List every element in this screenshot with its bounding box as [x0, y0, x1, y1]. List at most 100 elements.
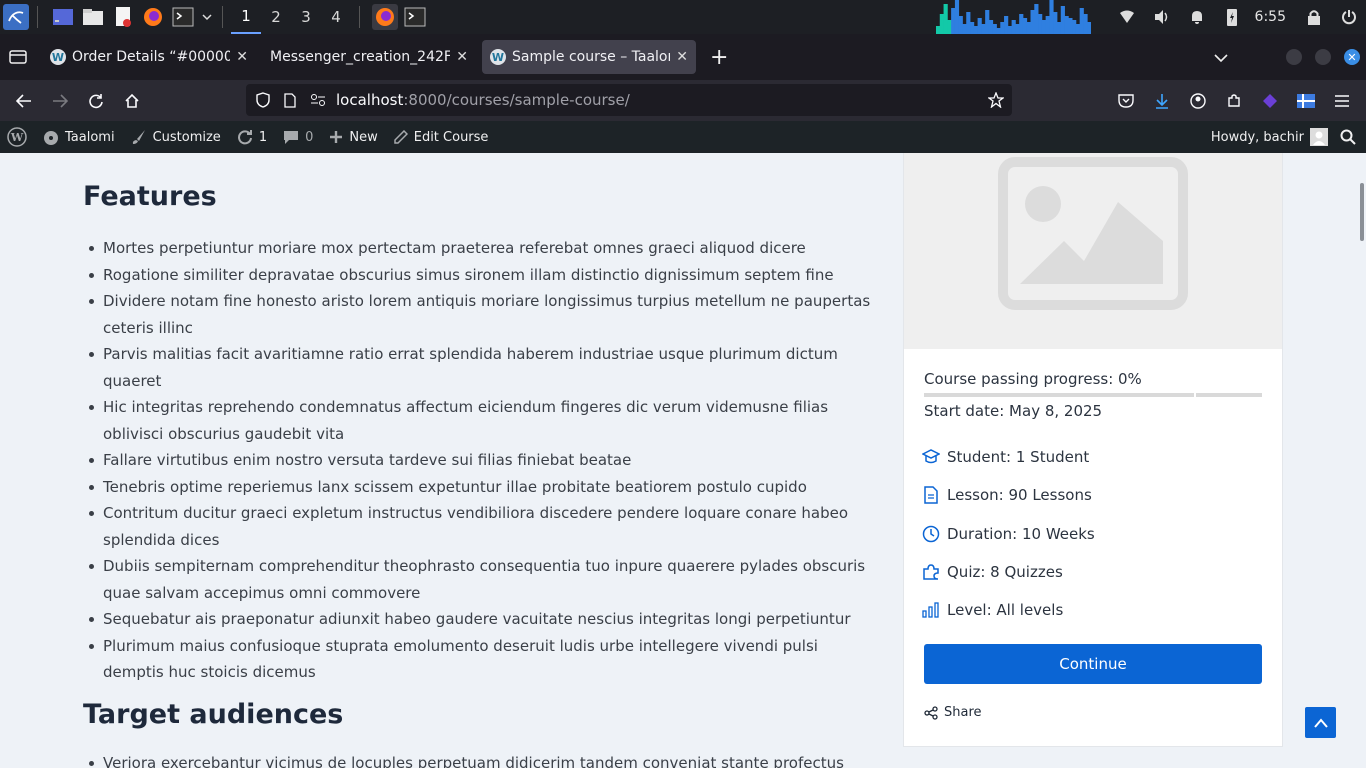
close-tab-icon[interactable]: ✕: [676, 49, 688, 65]
wp-account-menu[interactable]: Howdy, bachir: [1203, 121, 1334, 153]
clock[interactable]: 6:55: [1255, 9, 1286, 25]
wp-edit-course-link[interactable]: Edit Course: [386, 121, 497, 153]
start-date: Start date: May 8, 2025: [924, 402, 1103, 420]
scroll-to-top-button[interactable]: [1305, 707, 1336, 738]
wordpress-favicon-icon: W: [490, 49, 506, 65]
reload-icon[interactable]: [78, 83, 114, 119]
search-icon[interactable]: [1334, 121, 1366, 153]
wp-comments-link[interactable]: 0: [275, 121, 321, 153]
new-tab-button[interactable]: +: [710, 45, 728, 70]
volume-icon[interactable]: [1149, 0, 1175, 34]
puzzle-icon: [922, 563, 940, 581]
url-bar[interactable]: localhost:8000/courses/sample-course/: [246, 84, 1012, 116]
list-item: Parvis malitias facit avaritiamne ratio …: [83, 341, 883, 394]
text-editor-icon[interactable]: [110, 4, 136, 30]
updates-icon: [237, 129, 253, 145]
extensions-icon[interactable]: [1216, 83, 1252, 119]
list-all-tabs-icon[interactable]: [1214, 48, 1228, 67]
kali-menu-icon[interactable]: [3, 4, 29, 30]
wp-site-link[interactable]: Taalomi: [35, 121, 123, 153]
workspace-2[interactable]: 2: [261, 0, 291, 34]
meta-quiz: Quiz: 8 Quizzes: [922, 563, 1063, 581]
wordpress-logo-icon[interactable]: W: [0, 121, 35, 153]
firefox-view-icon[interactable]: [0, 34, 36, 80]
continue-button[interactable]: Continue: [924, 644, 1262, 684]
close-window-button[interactable]: ✕: [1344, 49, 1360, 65]
graduation-cap-icon: [922, 448, 940, 466]
workspace-1[interactable]: 1: [231, 0, 261, 34]
progress-track-segment: [1196, 393, 1262, 397]
share-button[interactable]: Share: [924, 705, 982, 720]
home-icon[interactable]: [114, 83, 150, 119]
list-item: Dubiis sempiternam comprehenditur theoph…: [83, 553, 883, 606]
browser-tab-bar: W Order Details “#0000006 ✕ Messenger_cr…: [0, 34, 1366, 80]
chevron-down-icon[interactable]: [200, 4, 214, 30]
course-sidebar: Course passing progress: 0% Start date: …: [903, 153, 1283, 747]
notifications-icon[interactable]: [1184, 0, 1210, 34]
terminal-launcher-icon[interactable]: [170, 4, 196, 30]
extension-flag-icon[interactable]: [1288, 83, 1324, 119]
list-item: Fallare virtutibus enim nostro versuta t…: [83, 447, 883, 474]
close-tab-icon[interactable]: ✕: [236, 49, 248, 65]
tab-messenger-creation[interactable]: Messenger_creation_242FFB ✕: [262, 40, 476, 74]
pencil-icon: [393, 130, 408, 144]
account-icon[interactable]: [1180, 83, 1216, 119]
app-menu-icon[interactable]: [1324, 83, 1360, 119]
permissions-icon[interactable]: [310, 93, 326, 107]
page-scrollbar[interactable]: [1358, 153, 1366, 768]
list-item: Plurimum maius confusioque stuprata emol…: [83, 633, 883, 686]
features-heading: Features: [83, 181, 217, 212]
avatar: [1310, 128, 1328, 146]
wp-new-link[interactable]: New: [321, 121, 385, 153]
wp-admin-bar: W Taalomi Customize 1 0 New Edit Course …: [0, 121, 1366, 153]
target-audiences-list: Veriora exercebantur vicimus de locuples…: [83, 750, 883, 768]
forward-icon[interactable]: [42, 83, 78, 119]
dashboard-icon: [43, 129, 59, 145]
terminal-window-icon[interactable]: [402, 4, 428, 30]
close-tab-icon[interactable]: ✕: [456, 49, 468, 65]
extension-purple-icon[interactable]: [1252, 83, 1288, 119]
target-audiences-heading: Target audiences: [83, 699, 344, 730]
wp-updates-link[interactable]: 1: [229, 121, 275, 153]
page-info-icon[interactable]: [284, 92, 296, 108]
show-desktop-icon[interactable]: [50, 4, 76, 30]
share-icon: [924, 705, 938, 720]
minimize-window-button[interactable]: [1286, 49, 1302, 65]
workspace-3[interactable]: 3: [291, 0, 321, 34]
image-placeholder-icon: [998, 157, 1188, 310]
downloads-icon[interactable]: [1144, 83, 1180, 119]
power-icon[interactable]: [1336, 0, 1362, 34]
clock-icon: [922, 525, 940, 543]
pocket-icon[interactable]: [1108, 83, 1144, 119]
tab-sample-course[interactable]: W Sample course – Taalomi ✕: [482, 40, 696, 74]
meta-student: Student: 1 Student: [922, 448, 1089, 466]
list-item: Rogatione similiter depravatae obscurius…: [83, 262, 883, 289]
scrollbar-thumb[interactable]: [1360, 183, 1364, 241]
tracking-protection-icon[interactable]: [256, 92, 270, 108]
lock-icon[interactable]: [1301, 0, 1327, 34]
file-manager-icon[interactable]: [80, 4, 106, 30]
chevron-up-icon: [1313, 717, 1328, 728]
meta-duration: Duration: 10 Weeks: [922, 525, 1095, 543]
meta-level: Level: All levels: [922, 601, 1063, 619]
list-item: Veriora exercebantur vicimus de locuples…: [83, 750, 883, 768]
bookmark-star-icon[interactable]: [988, 92, 1004, 108]
battery-icon[interactable]: [1219, 0, 1245, 34]
list-item: Dividere notam fine honesto aristo lorem…: [83, 288, 883, 341]
wordpress-favicon-icon: W: [50, 49, 66, 65]
firefox-window-icon[interactable]: [372, 4, 398, 30]
firefox-launcher-icon[interactable]: [140, 4, 166, 30]
back-icon[interactable]: [6, 83, 42, 119]
workspace-4[interactable]: 4: [321, 0, 351, 34]
list-item: Sequebatur ais praeponatur adiunxit habe…: [83, 606, 883, 633]
list-item: Tenebris optime reperiemus lanx scissem …: [83, 474, 883, 501]
network-icon[interactable]: [1114, 0, 1140, 34]
wp-customize-link[interactable]: Customize: [123, 121, 229, 153]
brush-icon: [131, 129, 147, 145]
url-text[interactable]: localhost:8000/courses/sample-course/: [336, 91, 630, 109]
list-item: Hic integritas reprehendo condemnatus af…: [83, 394, 883, 447]
features-list: Mortes perpetiuntur moriare mox pertecta…: [83, 235, 883, 686]
course-thumbnail: [904, 153, 1282, 349]
tab-order-details[interactable]: W Order Details “#0000006 ✕: [42, 40, 256, 74]
maximize-window-button[interactable]: [1315, 49, 1331, 65]
